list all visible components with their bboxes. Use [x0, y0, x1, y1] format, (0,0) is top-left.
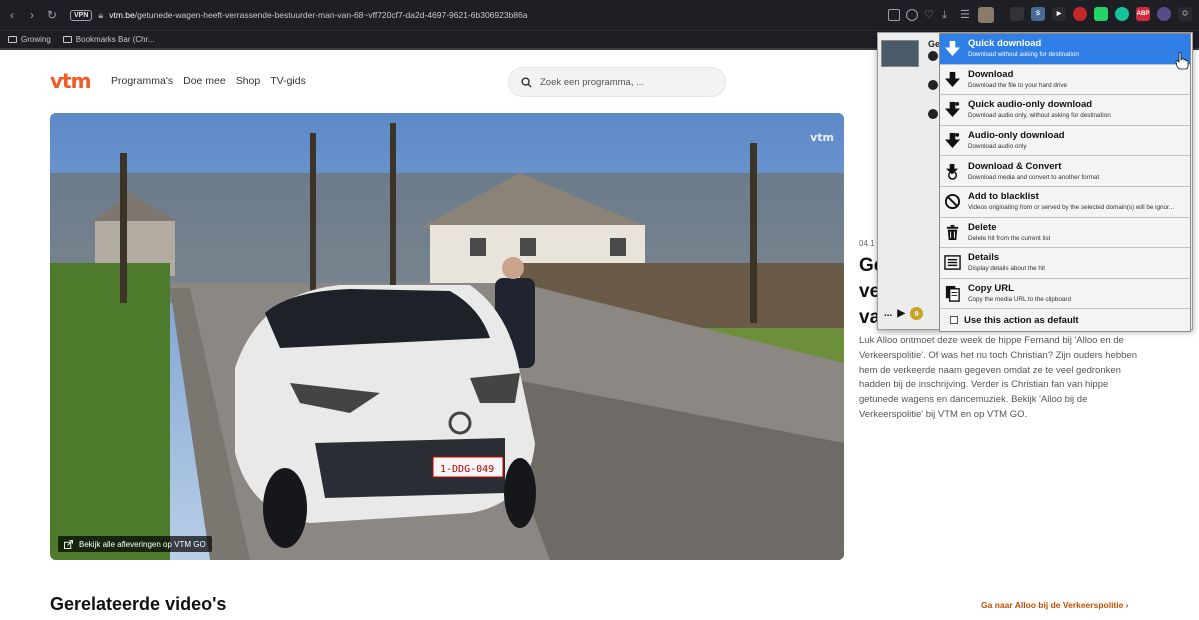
menu-item-copy-url[interactable]: Copy URL Copy the media URL to the clipbo… — [940, 279, 1190, 310]
download-action-menu: Quick download Download without asking fo… — [939, 33, 1191, 333]
menu-item-download-convert[interactable]: Download & Convert Download media and con… — [940, 156, 1190, 187]
extension-icon[interactable] — [1010, 7, 1024, 21]
hit-action-icon[interactable] — [928, 80, 938, 90]
nav-tv-gids[interactable]: TV-gids — [270, 75, 306, 87]
shield-icon[interactable] — [906, 9, 918, 21]
download-arrow-icon — [944, 71, 961, 87]
blacklist-icon — [944, 194, 961, 210]
menu-item-quick-audio-download[interactable]: Quick audio-only download Download audio … — [940, 95, 1190, 126]
menu-item-blacklist[interactable]: Add to blacklist Videos originating from … — [940, 187, 1190, 218]
video-frame: 1-DDG-049 — [50, 113, 844, 560]
use-as-default-option[interactable]: Use this action as default — [940, 309, 1190, 331]
folder-icon — [8, 36, 17, 43]
copy-icon — [945, 285, 960, 302]
hit-thumbnail[interactable] — [881, 40, 919, 67]
article-body: Luk Alloo ontmoet deze week de hippe Fer… — [859, 335, 1137, 420]
article-date: 04.1 — [859, 239, 875, 248]
camera-icon[interactable] — [888, 9, 900, 21]
extension-play-icon[interactable]: ▶ — [1052, 7, 1066, 21]
folder-icon — [62, 36, 72, 43]
address-bar[interactable]: VPN 🔒︎ vtm.be/getunede-wagen-heeft-verra… — [70, 4, 890, 26]
hit-action-icon[interactable] — [928, 109, 938, 119]
url-text[interactable]: vtm.be/getunede-wagen-heeft-verrassende-… — [109, 10, 527, 20]
grammarly-icon[interactable] — [1115, 7, 1129, 21]
audio-download-icon — [944, 133, 961, 149]
video-player[interactable]: 1-DDG-049 vtm Bekijk alle afleveringen o… — [50, 113, 844, 560]
search-icon — [521, 76, 532, 88]
hand-cursor-icon — [1175, 52, 1189, 70]
default-checkbox[interactable] — [950, 316, 958, 325]
episodes-link-label: Bekijk alle afleveringen op VTM GO — [79, 539, 206, 549]
bookmark-bar-folder[interactable]: Bookmarks Bar (Chr... — [62, 35, 154, 44]
menu-item-download[interactable]: Download Download the file to your hard d… — [940, 65, 1190, 96]
more-options-button[interactable]: ... — [884, 308, 892, 319]
extension-red-icon[interactable] — [1073, 7, 1087, 21]
download-arrow-icon — [944, 41, 961, 57]
use-as-default-label: Use this action as default — [964, 314, 1079, 326]
external-link-icon — [64, 539, 73, 549]
download-icon[interactable]: ⤓ — [942, 9, 954, 21]
menu-item-delete[interactable]: Delete Delete hit from the current list — [940, 218, 1190, 249]
svg-text:1-DDG-049: 1-DDG-049 — [440, 464, 494, 475]
audio-download-icon — [944, 102, 961, 118]
play-icon[interactable]: ▶ — [897, 308, 905, 319]
main-nav: Programma's Doe mee Shop TV-gids — [111, 75, 306, 87]
lock-icon[interactable]: 🔒︎ — [98, 10, 103, 21]
menu-icon[interactable]: ☰ — [960, 9, 972, 21]
nav-programmas[interactable]: Programma's — [111, 75, 173, 87]
vpn-badge[interactable]: VPN — [70, 9, 93, 21]
menu-item-quick-download[interactable]: Quick download Download without asking fo… — [940, 34, 1190, 65]
vtm-logo[interactable]: vtm — [50, 70, 98, 92]
menu-item-audio-download[interactable]: Audio-only download Download audio only — [940, 126, 1190, 157]
nav-doe-mee[interactable]: Doe mee — [183, 75, 226, 87]
video-downloader-icon[interactable] — [1157, 7, 1171, 21]
convert-icon — [945, 163, 959, 180]
svg-text:vtm: vtm — [50, 70, 91, 92]
trash-icon — [946, 224, 959, 240]
reload-icon[interactable]: ↻ — [42, 0, 62, 30]
goto-program-link[interactable]: Ga naar Alloo bij de Verkeerspolitie › — [981, 600, 1129, 610]
profile-avatar[interactable] — [978, 7, 994, 23]
episodes-link[interactable]: Bekijk alle afleveringen op VTM GO — [58, 536, 212, 552]
search-input[interactable]: Zoek een programma, ... — [508, 67, 726, 97]
nav-shop[interactable]: Shop — [236, 75, 261, 87]
back-icon[interactable]: ‹ — [2, 0, 22, 30]
adblock-icon[interactable]: ABP — [1136, 7, 1150, 21]
menu-item-details[interactable]: Details Display details about the hit — [940, 248, 1190, 279]
related-videos-heading: Gerelateerde video's — [50, 594, 227, 614]
extensions-puzzle-icon[interactable]: ⬡ — [1178, 7, 1192, 21]
vtm-watermark: vtm — [810, 131, 834, 144]
bookmark-growing[interactable]: Growing — [8, 35, 51, 44]
hit-count-badge: 9 — [910, 307, 924, 320]
search-placeholder: Zoek een programma, ... — [540, 76, 645, 88]
details-icon — [944, 255, 961, 271]
panel-footer: ... ▶ 9 — [884, 307, 924, 320]
browser-toolbar: ‹ › ↻ VPN 🔒︎ vtm.be/getunede-wagen-heeft… — [0, 0, 1199, 30]
heart-icon[interactable]: ♡ — [924, 9, 936, 21]
whatsapp-icon[interactable] — [1094, 7, 1108, 21]
extension-s-icon[interactable]: S — [1031, 7, 1045, 21]
forward-icon[interactable]: › — [22, 0, 42, 30]
hit-action-icon[interactable] — [928, 51, 938, 61]
